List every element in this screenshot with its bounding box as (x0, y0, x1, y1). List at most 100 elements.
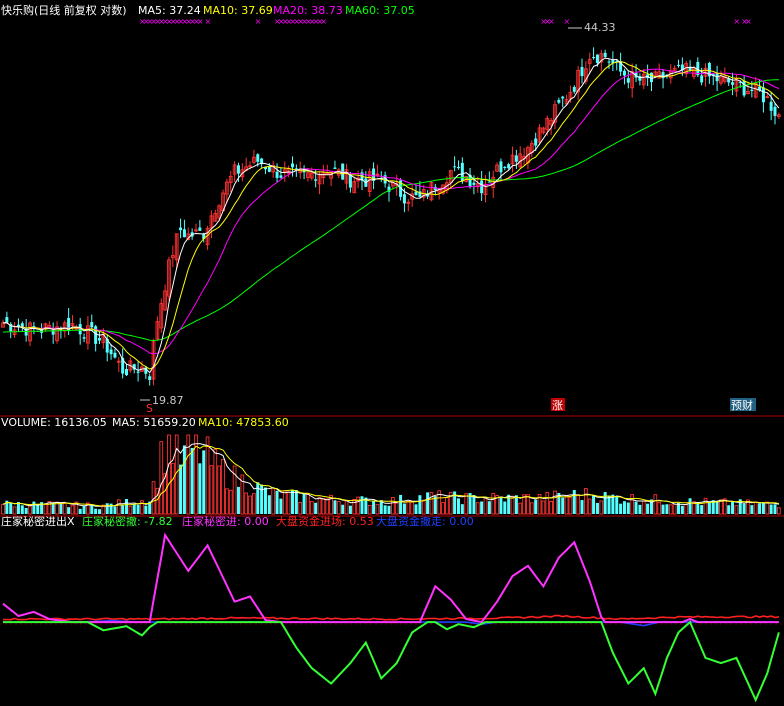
volume-bar (344, 500, 349, 515)
volume-bar (445, 497, 449, 515)
candle (86, 316, 90, 350)
volume-bar (387, 505, 391, 514)
candle (626, 70, 630, 89)
candle-body (499, 161, 503, 173)
volume-bar (599, 500, 604, 515)
candle-body (595, 54, 599, 63)
candle (325, 164, 330, 175)
volume-bar (584, 488, 588, 515)
candle (20, 321, 24, 331)
candle (179, 218, 183, 239)
candle (232, 161, 237, 183)
candle-body (333, 167, 337, 169)
candle (510, 146, 515, 173)
candle-body (572, 86, 576, 92)
candle (684, 60, 689, 78)
candle-body (742, 80, 746, 96)
candle (163, 284, 167, 311)
candle (503, 165, 507, 171)
volume-bar (78, 508, 82, 514)
volume-bar (561, 497, 565, 514)
candle (406, 199, 411, 212)
candle-body (348, 174, 352, 188)
chart-title: 快乐购(日线 前复权 对数) (1, 3, 127, 17)
candle (28, 321, 32, 347)
candle-body (460, 162, 464, 182)
volume-bar (753, 501, 758, 515)
volume-bar (271, 487, 276, 515)
volume-bar (441, 502, 445, 515)
volume-bar (372, 501, 376, 514)
candle (116, 357, 121, 373)
candle-body (607, 61, 611, 63)
volume-bar (113, 506, 117, 514)
volume-bar (132, 504, 136, 514)
volume-bar (414, 504, 418, 514)
volume-bar (622, 501, 626, 514)
volume-bar (626, 502, 630, 514)
candle (576, 65, 580, 101)
volume-bar (294, 490, 298, 514)
volume-bar (125, 499, 129, 514)
candle (672, 65, 677, 72)
candle-body (557, 99, 561, 103)
volume-bar (375, 504, 380, 515)
x-marker: × (320, 17, 327, 26)
candle (518, 146, 523, 169)
moving-averages (2, 57, 780, 374)
volume-bar (769, 504, 773, 514)
candle-body (148, 376, 152, 380)
candle (101, 328, 106, 349)
candle (607, 58, 611, 69)
low-s-marker: S (146, 402, 153, 415)
volume-bar (121, 505, 125, 514)
candle (167, 256, 171, 301)
candle (291, 156, 294, 177)
volume-bar (116, 499, 121, 515)
candle-body (236, 165, 240, 174)
candle-body (731, 82, 735, 85)
ma20-line (2, 68, 780, 355)
candle (209, 210, 214, 239)
volume-bar (541, 500, 546, 515)
volume-bar (592, 495, 596, 514)
volume-bar (426, 492, 430, 514)
volume-bar (657, 502, 662, 515)
candle (16, 318, 20, 332)
volume-bar (221, 458, 225, 515)
candle (456, 160, 460, 170)
candle-body (769, 101, 773, 111)
volume-bar (209, 465, 214, 515)
candle-body (294, 168, 298, 170)
volume-bar (646, 503, 650, 514)
volume-bar (356, 496, 360, 515)
candle (82, 333, 86, 343)
candle-body (136, 371, 140, 373)
candle (113, 348, 117, 359)
volume-bar (668, 504, 673, 515)
candle-body (113, 352, 117, 358)
volume-bar (499, 496, 503, 514)
candle (47, 321, 52, 328)
candle (715, 65, 719, 91)
volume-bar (244, 492, 249, 515)
volume-bar (665, 504, 669, 514)
candle (731, 72, 735, 96)
volume-bar (603, 492, 607, 514)
candle-body (561, 96, 565, 99)
volume-bar (503, 501, 507, 514)
volume-bar (641, 500, 646, 515)
candle-body (82, 337, 86, 339)
volume-bar (742, 503, 746, 514)
volume-bars (1, 434, 781, 515)
volume-bar (348, 505, 352, 514)
candle (198, 220, 202, 232)
candle (592, 47, 596, 60)
volume-bar (707, 501, 711, 514)
candle (514, 149, 518, 169)
volume-bar (182, 445, 186, 514)
volume-bar (28, 505, 32, 515)
volume-bar (402, 503, 406, 514)
volume-bar (464, 493, 469, 515)
volume-bar (475, 502, 480, 515)
